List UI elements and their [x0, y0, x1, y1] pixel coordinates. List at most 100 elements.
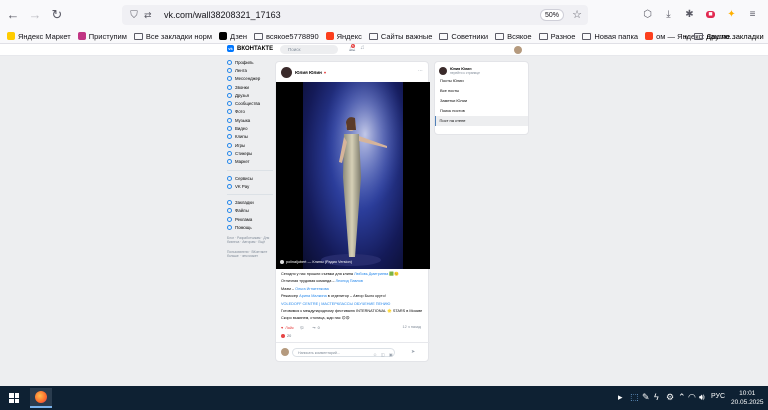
bookmark-star-icon[interactable]: ☆ [572, 8, 582, 21]
menu-item-icon [227, 183, 232, 189]
menu-item[interactable]: Закладки [227, 198, 273, 206]
zoom-level[interactable]: 50% [539, 9, 564, 21]
chevron-up-icon[interactable]: ⌃ [678, 392, 686, 403]
bookmark-item[interactable]: Приступим [77, 31, 127, 41]
bookmark-item[interactable]: Яндекс [325, 32, 362, 41]
menu-item[interactable]: Видео [227, 124, 273, 132]
menu-item-icon [227, 175, 232, 181]
menu-item[interactable]: Сообщества [227, 99, 273, 107]
settings-icon[interactable]: ⚙ [666, 392, 674, 403]
extension-puzzle-icon[interactable]: ✦ [724, 5, 739, 23]
filter-item[interactable]: Пост на стене [435, 116, 528, 126]
back-icon[interactable]: ← [2, 4, 24, 26]
send-icon[interactable]: ➤ [411, 349, 415, 355]
menu-item[interactable]: Клипы [227, 133, 273, 141]
other-bookmarks[interactable]: » Другие закладки [684, 29, 764, 43]
filter-item[interactable]: Заметки Юлии [435, 96, 528, 106]
snipping-icon[interactable]: ⬚ [630, 392, 639, 403]
windows-taskbar: ▸ ⬚ ✎ ϟ ⚙ ⌃ ◠ 🔊︎ РУС 10:01 20.05.2025 [0, 386, 768, 410]
pen-icon[interactable]: ✎ [642, 392, 650, 403]
music-icon[interactable]: ♫ [360, 45, 365, 51]
downloads-icon[interactable]: ⤓ [661, 5, 676, 23]
bookmark-label: Приступим [88, 31, 127, 41]
vk-header: vk ВКОНТАКТЕ Поиск 🔔︎ 5 ♫ [0, 44, 768, 56]
filter-owner[interactable]: Юлия Юлин перейти к странице [435, 62, 528, 76]
bookmark-folder[interactable]: Новая папка [582, 32, 638, 41]
windows-start-icon[interactable] [9, 393, 19, 403]
camera-icon[interactable]: ◫ [381, 351, 385, 359]
extension-badge-icon[interactable]: ■ [703, 5, 718, 23]
bookmark-folder[interactable]: Советники [439, 32, 488, 41]
filter-item[interactable]: Все посты [435, 86, 528, 96]
menu-item[interactable]: Звонки [227, 83, 273, 91]
page-info-icon[interactable]: ⇄ [144, 10, 156, 21]
menu-item[interactable]: Музыка [227, 116, 273, 124]
emoji-icon[interactable]: ☺ [373, 351, 377, 359]
clock[interactable]: 10:01 20.05.2025 [731, 389, 764, 407]
vk-search-input[interactable]: Поиск [280, 45, 338, 54]
bookmark-folder[interactable]: Все закладки норм [133, 32, 212, 41]
bookmark-item[interactable]: Яндекс Маркет [7, 32, 71, 41]
bookmark-folder[interactable]: Всякое [495, 32, 532, 41]
forward-icon[interactable]: → [24, 4, 46, 26]
menu-icon[interactable]: ≡ [745, 5, 760, 23]
footer-links[interactable]: Блог · Разработчикам · Для бизнеса · Авт… [227, 236, 273, 244]
menu-item-icon [227, 224, 232, 230]
firefox-taskbar-icon[interactable] [30, 388, 52, 408]
bookmark-folder[interactable]: Разное [538, 32, 575, 41]
bookmarks-bar: Яндекс Маркет Приступим Все закладки норм Д… [0, 29, 768, 44]
menu-item[interactable]: Фото [227, 108, 273, 116]
chevron-right-icon[interactable]: » [684, 32, 688, 41]
avatar[interactable] [514, 46, 522, 54]
bookmark-folder[interactable]: Сайты важные [368, 32, 432, 41]
menu-item[interactable]: Маркет [227, 158, 273, 166]
filter-item[interactable]: Поиск постов [435, 106, 528, 116]
shield-icon[interactable]: ⛉ [128, 9, 140, 21]
menu-item[interactable]: Помощь [227, 223, 273, 231]
menu-item[interactable]: Файлы [227, 207, 273, 215]
vk-logo[interactable]: vk ВКОНТАКТЕ [227, 45, 273, 52]
url-bar[interactable]: ⛉ ⇄ vk.com/wall38208321_17163 50% ☆ [122, 5, 588, 25]
volume-icon[interactable]: 🔊︎ [699, 392, 705, 403]
post-time[interactable]: 12 ч назад [402, 325, 421, 329]
author-name[interactable]: Юлия Юлин [295, 70, 322, 75]
filter-item[interactable]: Посты Юлии [435, 76, 528, 86]
share-button[interactable]: ↪ 0 [312, 325, 320, 331]
wifi-icon[interactable]: ◠ [688, 392, 696, 403]
bookmark-folder[interactable]: всякое5778890 [254, 32, 319, 41]
comment-input[interactable]: Написать комментарий... ☺ ◫ ▣ [292, 347, 395, 359]
menu-item[interactable]: VK Pay [227, 182, 273, 190]
menu-item[interactable]: Профиль [227, 58, 273, 66]
menu-item[interactable]: Сервисы [227, 174, 273, 182]
like-button[interactable]: ♥ Лайк [281, 326, 294, 330]
bookmark-item[interactable]: Дзен [219, 32, 247, 41]
comment-button[interactable]: 💬︎ [300, 325, 307, 330]
post-link[interactable]: Леонид Павлов [336, 279, 363, 283]
divider [227, 190, 273, 196]
video-track-info[interactable]: polinaljubert — Клипы (Радио Version) [280, 260, 352, 264]
post-link[interactable]: VOLEDOFF CENTRE | МАСТЕРКЛАССЫ ОБУЧЕНИЕ … [281, 302, 390, 306]
language-indicator[interactable]: РУС [711, 393, 725, 400]
menu-item[interactable]: Лента [227, 66, 273, 74]
author-avatar[interactable] [281, 67, 292, 78]
extensions-icon[interactable]: ✱ [682, 5, 697, 23]
pocket-icon[interactable]: ⬡ [640, 5, 655, 23]
post-link[interactable]: Ольга Игнатенкова [295, 287, 329, 291]
reactions[interactable]: 20 [281, 334, 291, 338]
attach-icon[interactable]: ▣ [389, 351, 393, 359]
menu-item[interactable]: Игры [227, 141, 280, 149]
reload-icon[interactable]: ↻ [46, 4, 68, 26]
video-frame[interactable] [303, 82, 403, 269]
menu-item[interactable]: Друзья [227, 91, 273, 99]
feather-icon[interactable]: ϟ [654, 392, 659, 402]
post-link[interactable]: Арина Малкина [299, 294, 327, 298]
menu-item[interactable]: Реклама [227, 215, 273, 223]
more-icon[interactable]: ⋯ [418, 68, 423, 74]
share-count: 0 [317, 325, 320, 330]
cursor-icon: ▸ [618, 392, 623, 402]
menu-item[interactable]: Стикеры [227, 149, 273, 157]
video-player[interactable]: polinaljubert — Клипы (Радио Version) [276, 82, 430, 269]
post-link[interactable]: Любовь Дмитриева [354, 272, 388, 276]
post-author[interactable]: Юлия Юлин ♥ [281, 67, 326, 78]
menu-item[interactable]: Мессенджер [227, 75, 280, 83]
